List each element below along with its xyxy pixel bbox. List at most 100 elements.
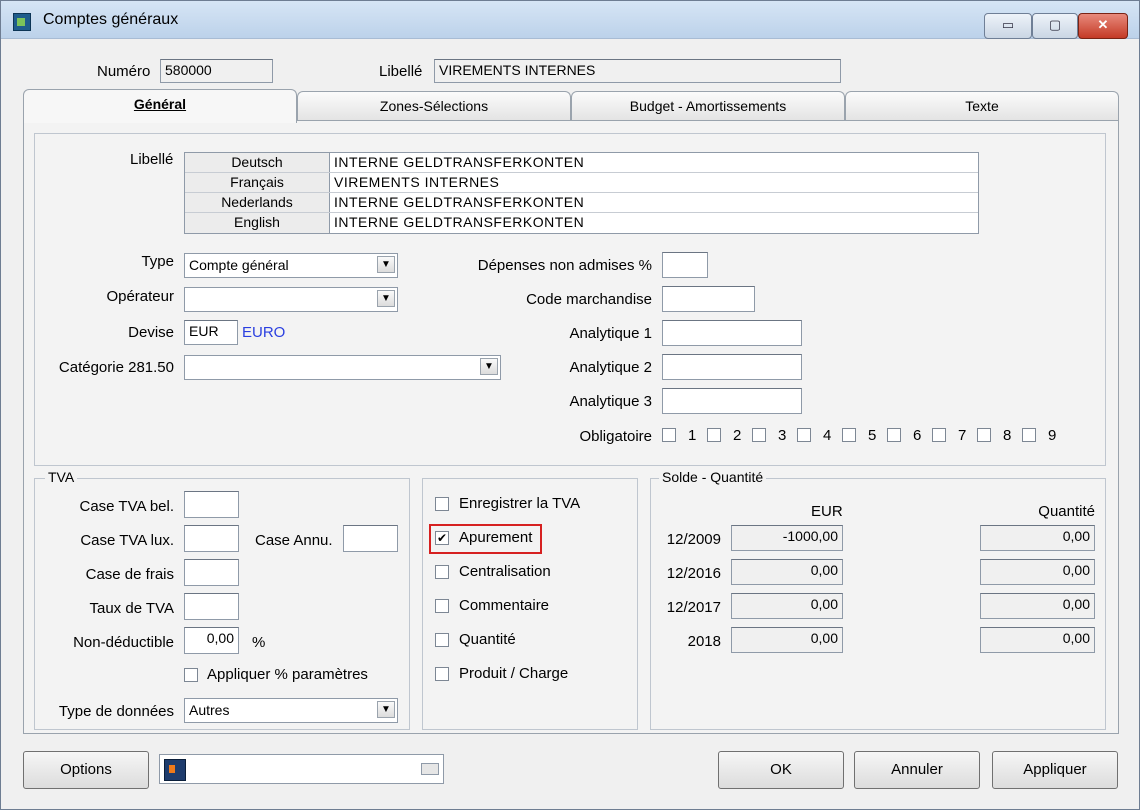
percent-label: %: [252, 634, 266, 651]
solde-period: 12/2017: [666, 599, 721, 616]
case-annu-field[interactable]: [343, 525, 398, 552]
case-lux-field[interactable]: [184, 525, 239, 552]
obligatoire-checkbox-8[interactable]: [977, 428, 991, 442]
maximize-button[interactable]: ▢: [1032, 13, 1078, 39]
translation-row: Français VIREMENTS INTERNES: [185, 173, 978, 193]
devise-label: Devise: [128, 324, 174, 341]
analytique2-label: Analytique 2: [569, 359, 652, 376]
translation-row: English INTERNE GELDTRANSFERKONTEN: [185, 213, 978, 233]
enregistrer-tva-checkbox[interactable]: [435, 497, 449, 511]
commentaire-checkbox[interactable]: [435, 599, 449, 613]
commentaire-label: Commentaire: [459, 597, 550, 614]
type-select-value: Compte général: [189, 257, 289, 273]
translations-table: Deutsch INTERNE GELDTRANSFERKONTEN Franç…: [184, 152, 979, 234]
enregistrer-tva-label: Enregistrer la TVA: [459, 495, 581, 512]
numero-field[interactable]: 580000: [160, 59, 273, 83]
analytique3-label: Analytique 3: [569, 393, 652, 410]
translation-value[interactable]: VIREMENTS INTERNES: [330, 173, 499, 192]
quantite-checkbox[interactable]: [435, 633, 449, 647]
code-marchandise-field[interactable]: [662, 286, 755, 312]
type-donnees-label: Type de données: [58, 703, 174, 720]
libelle-translations-label: Libellé: [130, 151, 174, 168]
translation-lang: Nederlands: [185, 193, 330, 212]
taux-label: Taux de TVA: [89, 600, 175, 617]
chevron-down-icon[interactable]: ▼: [377, 290, 395, 307]
solde-qty-value: 0,00: [980, 559, 1095, 585]
type-donnees-select[interactable]: Autres ▼: [184, 698, 398, 723]
tva-group-title: TVA: [45, 469, 78, 485]
solde-eur-value: 0,00: [731, 559, 843, 585]
solde-period: 12/2016: [666, 565, 721, 582]
translation-value[interactable]: INTERNE GELDTRANSFERKONTEN: [330, 193, 584, 212]
obligatoire-checkbox-4[interactable]: [797, 428, 811, 442]
obligatoire-label-7: 7: [958, 427, 967, 444]
obligatoire-label-6: 6: [913, 427, 922, 444]
solde-qty-value: 0,00: [980, 525, 1095, 551]
non-deductible-field[interactable]: 0,00: [184, 627, 239, 654]
type-select[interactable]: Compte général ▼: [184, 253, 398, 278]
type-label: Type: [141, 253, 174, 270]
appliquer-checkbox[interactable]: [184, 668, 198, 682]
case-frais-field[interactable]: [184, 559, 239, 586]
qty-column-header: Quantité: [1038, 503, 1095, 520]
analytique1-field[interactable]: [662, 320, 802, 346]
obligatoire-label-1: 1: [688, 427, 697, 444]
taux-field[interactable]: [184, 593, 239, 620]
solde-group-title: Solde - Quantité: [659, 469, 767, 485]
centralisation-checkbox[interactable]: [435, 565, 449, 579]
categorie-select[interactable]: ▼: [184, 355, 501, 380]
solde-eur-value: 0,00: [731, 627, 843, 653]
code-marchandise-label: Code marchandise: [526, 291, 652, 308]
grip-icon[interactable]: [421, 763, 439, 775]
obligatoire-checkbox-3[interactable]: [752, 428, 766, 442]
title-bar[interactable]: Comptes généraux ▭ ▢ ✕: [1, 1, 1139, 39]
obligatoire-label-8: 8: [1003, 427, 1012, 444]
minimize-button[interactable]: ▭: [984, 13, 1032, 39]
operateur-label: Opérateur: [106, 288, 174, 305]
translation-row: Deutsch INTERNE GELDTRANSFERKONTEN: [185, 153, 978, 173]
devise-field[interactable]: EUR: [184, 320, 238, 345]
tab-zones-selections[interactable]: Zones-Sélections: [297, 91, 571, 121]
window-title: Comptes généraux: [43, 11, 179, 28]
obligatoire-checkbox-5[interactable]: [842, 428, 856, 442]
ok-button[interactable]: OK: [718, 751, 844, 789]
annuler-button[interactable]: Annuler: [854, 751, 980, 789]
translation-lang: Deutsch: [185, 153, 330, 172]
libelle-field[interactable]: VIREMENTS INTERNES: [434, 59, 841, 83]
translation-value[interactable]: INTERNE GELDTRANSFERKONTEN: [330, 153, 584, 172]
app-icon: [13, 13, 31, 31]
operateur-select[interactable]: ▼: [184, 287, 398, 312]
produit-charge-checkbox[interactable]: [435, 667, 449, 681]
translation-value[interactable]: INTERNE GELDTRANSFERKONTEN: [330, 213, 584, 233]
depenses-field[interactable]: [662, 252, 708, 278]
case-bel-label: Case TVA bel.: [79, 498, 175, 515]
dialog-window: Comptes généraux ▭ ▢ ✕ Numéro 580000 Lib…: [0, 0, 1140, 810]
analytique3-field[interactable]: [662, 388, 802, 414]
obligatoire-checkbox-9[interactable]: [1022, 428, 1036, 442]
options-button[interactable]: Options: [23, 751, 149, 789]
devise-name: EURO: [242, 324, 286, 341]
translation-lang: Français: [185, 173, 330, 192]
eur-column-header: EUR: [811, 503, 843, 520]
case-annu-label: Case Annu.: [255, 532, 333, 549]
analytique2-field[interactable]: [662, 354, 802, 380]
obligatoire-checkbox-1[interactable]: [662, 428, 676, 442]
chevron-down-icon[interactable]: ▼: [480, 358, 498, 375]
status-field: [159, 754, 444, 784]
chevron-down-icon[interactable]: ▼: [377, 701, 395, 718]
categorie-label: Catégorie 281.50: [58, 359, 174, 376]
obligatoire-checkbox-2[interactable]: [707, 428, 721, 442]
tab-general[interactable]: Général: [23, 89, 297, 123]
chevron-down-icon[interactable]: ▼: [377, 256, 395, 273]
obligatoire-checkbox-7[interactable]: [932, 428, 946, 442]
case-bel-field[interactable]: [184, 491, 239, 518]
appliquer-button[interactable]: Appliquer: [992, 751, 1118, 789]
close-button[interactable]: ✕: [1078, 13, 1128, 39]
tab-texte[interactable]: Texte: [845, 91, 1119, 121]
appliquer-label: Appliquer % paramètres: [207, 666, 368, 683]
obligatoire-checkbox-6[interactable]: [887, 428, 901, 442]
tab-budget-amortissements[interactable]: Budget - Amortissements: [571, 91, 845, 121]
solde-period: 2018: [687, 633, 721, 650]
non-deductible-label: Non-déductible: [73, 634, 174, 651]
analytique1-label: Analytique 1: [569, 325, 652, 342]
